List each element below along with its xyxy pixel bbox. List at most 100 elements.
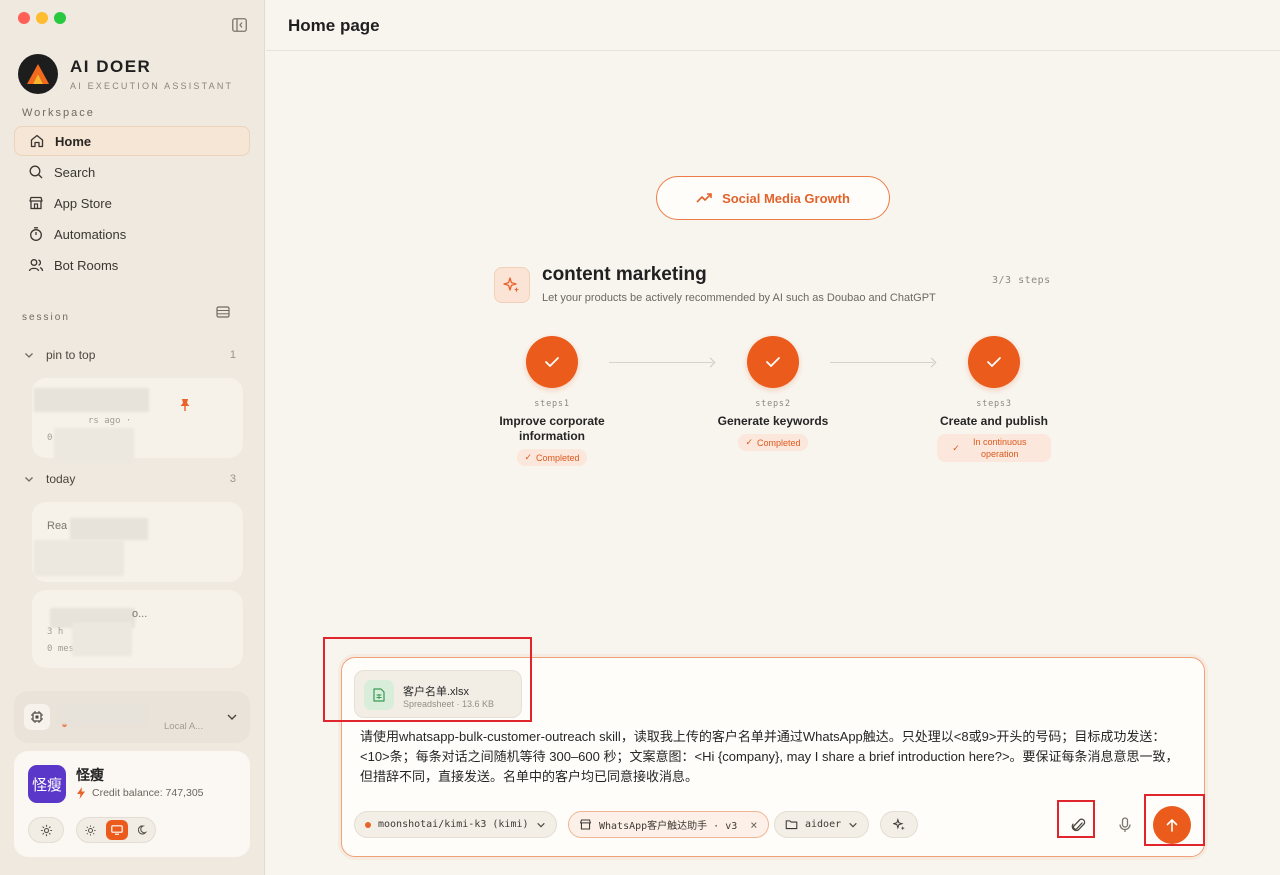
nav-label-bot-rooms: Bot Rooms xyxy=(54,257,119,273)
device-selector[interactable]: Local A... xyxy=(14,691,250,743)
microphone-icon xyxy=(1118,816,1131,832)
step-number: steps2 xyxy=(755,399,791,409)
workspace-nav: Home Search App Store Automations Bot Ro… xyxy=(14,126,250,281)
nav-label-automations: Automations xyxy=(54,226,127,242)
step-name: Create and publish xyxy=(939,414,1049,428)
check-icon xyxy=(526,336,578,388)
workspace-label: Workspace xyxy=(22,107,95,119)
step-3[interactable]: steps3 Create and publish ✓ In continuou… xyxy=(919,336,1069,462)
collapse-sidebar-icon[interactable] xyxy=(232,18,247,32)
step-name: Generate keywords xyxy=(717,414,829,428)
sparkle-button[interactable] xyxy=(880,811,918,838)
attachment-name: 客户名单.xlsx xyxy=(403,686,469,698)
window-controls xyxy=(18,12,66,24)
task-progress: 3/3 steps xyxy=(992,275,1051,286)
check-small-icon: ✓ xyxy=(745,437,753,447)
store-icon xyxy=(29,196,43,210)
folder-selector[interactable]: aidoer xyxy=(774,811,870,838)
status-label: Completed xyxy=(536,452,580,463)
send-button[interactable] xyxy=(1153,806,1191,844)
prompt-textarea[interactable]: 请使用whatsapp-bulk-customer-outreach skill… xyxy=(360,727,1180,787)
nav-item-bot-rooms[interactable]: Bot Rooms xyxy=(14,250,250,280)
task-title: content marketing xyxy=(542,264,707,285)
step-1[interactable]: steps1 Improve corporate information ✓ C… xyxy=(477,336,627,466)
skill-label: WhatsApp客户触达助手 · v3 xyxy=(599,821,738,832)
session-card[interactable]: o... 3 h 0 mes es xyxy=(32,590,243,668)
skill-selector[interactable]: WhatsApp客户触达助手 · v3 × xyxy=(568,811,769,838)
redacted-block xyxy=(34,540,124,576)
settings-button[interactable] xyxy=(28,817,64,843)
status-label: In continuous operation xyxy=(972,437,1027,459)
arrow-up-icon xyxy=(1166,819,1178,832)
maximize-window-button[interactable] xyxy=(54,12,66,24)
moon-icon[interactable] xyxy=(137,825,148,835)
page-title: Home page xyxy=(288,16,380,35)
logo-icon xyxy=(18,54,58,94)
folder-label: aidoer xyxy=(805,819,842,830)
nav-item-search[interactable]: Search xyxy=(14,157,250,187)
check-small-icon: ✓ xyxy=(952,443,960,453)
nav-label-app-store: App Store xyxy=(54,195,112,211)
gear-icon xyxy=(40,824,52,836)
check-small-icon: ✓ xyxy=(524,452,532,462)
credit-balance: Credit balance: 747,305 xyxy=(76,787,204,799)
model-label: moonshotai/kimi-k3 (kimi) xyxy=(378,819,529,830)
session-card[interactable]: Rea xyxy=(32,502,243,582)
session-list-toggle-icon[interactable] xyxy=(216,306,230,318)
chevron-down-icon xyxy=(25,477,33,482)
group-label: pin to top xyxy=(46,348,96,362)
category-pill-label: Social Media Growth xyxy=(722,190,850,206)
credit-label: Credit balance: 747,305 xyxy=(92,787,204,799)
nav-item-app-store[interactable]: App Store xyxy=(14,188,250,218)
redacted-block xyxy=(54,428,134,462)
model-selector[interactable]: moonshotai/kimi-k3 (kimi) xyxy=(354,811,557,838)
nav-item-automations[interactable]: Automations xyxy=(14,219,250,249)
status-badge: ✓ In continuous operation xyxy=(937,434,1051,462)
attachment-card[interactable]: 客户名单.xlsx Spreadsheet · 13.6 KB xyxy=(354,670,522,718)
remove-skill-icon[interactable]: × xyxy=(750,818,757,832)
sparkle-icon xyxy=(892,818,905,831)
store-icon xyxy=(579,819,592,830)
lightning-icon xyxy=(77,787,85,799)
group-pin-to-top[interactable]: pin to top 1 xyxy=(24,348,236,362)
nav-item-home[interactable]: Home xyxy=(14,126,250,156)
avatar[interactable]: 怪瘦 xyxy=(28,765,66,803)
session-title: o... xyxy=(132,608,148,620)
user-name: 怪瘦 xyxy=(76,767,104,783)
users-icon xyxy=(28,259,44,272)
monitor-icon[interactable] xyxy=(105,820,128,840)
device-name: Local A... xyxy=(164,721,204,732)
category-pill-button[interactable]: Social Media Growth xyxy=(656,176,890,220)
minimize-window-button[interactable] xyxy=(36,12,48,24)
session-card[interactable]: rs ago · 0 · s xyxy=(32,378,243,462)
brand: AI DOER AI EXECUTION ASSISTANT xyxy=(18,54,233,94)
group-today[interactable]: today 3 xyxy=(24,472,236,486)
close-window-button[interactable] xyxy=(18,12,30,24)
top-bar: Home page xyxy=(266,0,1280,51)
group-count: 3 xyxy=(229,473,236,485)
sparkle-icon xyxy=(494,267,530,303)
session-time: 3 h xyxy=(47,627,64,637)
check-icon xyxy=(968,336,1020,388)
chevron-down-icon xyxy=(536,822,545,827)
search-icon xyxy=(29,165,43,179)
chevron-down-icon xyxy=(849,822,857,827)
sidebar: AI DOER AI EXECUTION ASSISTANT Workspace… xyxy=(0,0,265,875)
paperclip-icon xyxy=(1071,818,1086,831)
session-time: rs ago · xyxy=(88,416,132,426)
session-title: Rea xyxy=(47,520,68,532)
task-description: Let your products be actively recommende… xyxy=(542,292,936,304)
check-icon xyxy=(747,336,799,388)
attach-file-button[interactable] xyxy=(1065,811,1092,838)
microphone-button[interactable] xyxy=(1111,811,1138,838)
step-2[interactable]: steps2 Generate keywords ✓ Completed xyxy=(698,336,848,451)
step-number: steps1 xyxy=(534,399,570,409)
status-badge: ✓ Completed xyxy=(517,449,587,466)
theme-switcher xyxy=(76,817,156,843)
status-label: Completed xyxy=(757,437,801,448)
sun-icon[interactable] xyxy=(84,824,96,836)
chevron-down-icon xyxy=(25,353,33,358)
pin-icon[interactable] xyxy=(179,398,191,412)
group-label: today xyxy=(46,472,76,486)
nav-label-home: Home xyxy=(55,133,92,149)
